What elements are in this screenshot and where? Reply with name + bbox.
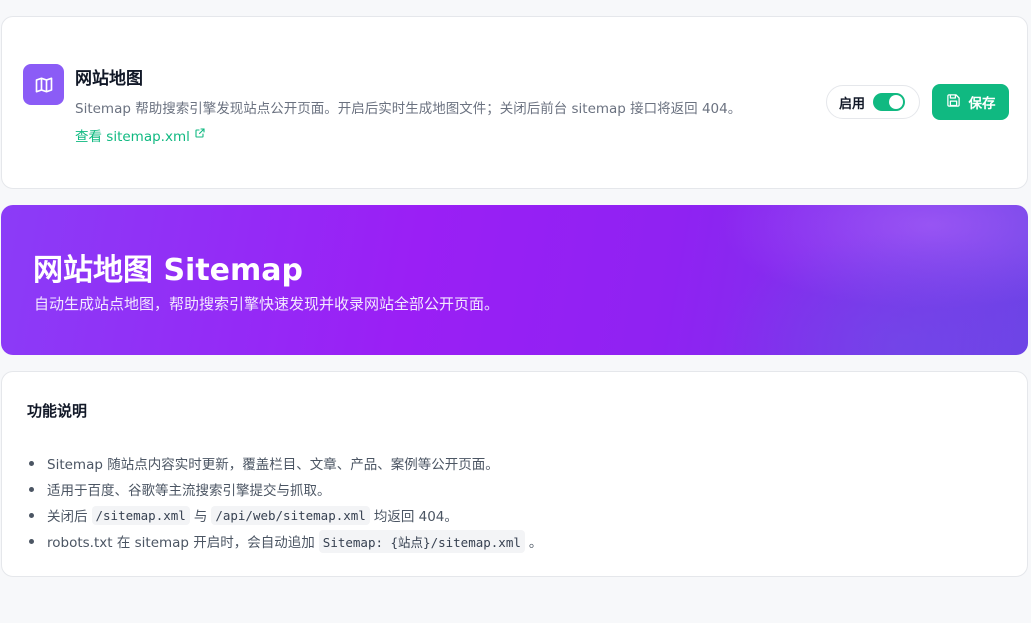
- list-item: Sitemap 随站点内容实时更新，覆盖栏目、文章、产品、案例等公开页面。: [27, 450, 542, 476]
- info-title: 功能说明: [27, 402, 88, 420]
- list-item-text: Sitemap 随站点内容实时更新，覆盖栏目、文章、产品、案例等公开页面。: [47, 457, 499, 473]
- list-item-text: 。: [528, 535, 543, 551]
- page-title: 网站地图: [75, 69, 143, 89]
- list-item-text: 关闭后: [47, 509, 88, 525]
- view-sitemap-link-label: 查看 sitemap.xml: [75, 129, 190, 145]
- list-item: 适用于百度、谷歌等主流搜索引擎提交与抓取。: [27, 476, 542, 502]
- enable-switch[interactable]: [873, 93, 906, 111]
- enable-toggle[interactable]: 启用: [826, 85, 920, 119]
- list-item-text: robots.txt 在 sitemap 开启时，会自动追加: [47, 535, 315, 551]
- code-robots-line: Sitemap: {站点}/sitemap.xml: [318, 529, 525, 553]
- enable-toggle-label: 启用: [839, 96, 866, 112]
- map-icon: [23, 64, 64, 105]
- save-button[interactable]: 保存: [932, 84, 1009, 120]
- list-item-text: 与: [193, 509, 208, 525]
- save-button-label: 保存: [968, 96, 996, 112]
- save-icon: [946, 93, 961, 112]
- banner-subtitle: 自动生成站点地图，帮助搜索引擎快速发现并收录网站全部公开页面。: [34, 295, 500, 313]
- list-item: robots.txt 在 sitemap 开启时，会自动追加 Sitemap: …: [27, 528, 542, 554]
- switch-knob: [889, 95, 904, 109]
- hero-banner: 网站地图 Sitemap 自动生成站点地图，帮助搜索引擎快速发现并收录网站全部公…: [1, 205, 1028, 355]
- external-link-icon: [194, 127, 206, 143]
- view-sitemap-link[interactable]: 查看 sitemap.xml: [75, 125, 206, 145]
- banner-title: 网站地图 Sitemap: [33, 253, 303, 288]
- list-item-text: 均返回 404。: [373, 509, 458, 525]
- code-sitemap-path: /sitemap.xml: [91, 505, 190, 525]
- feature-info-card: 功能说明 Sitemap 随站点内容实时更新，覆盖栏目、文章、产品、案例等公开页…: [1, 371, 1028, 577]
- sitemap-settings-card: 网站地图 Sitemap 帮助搜索引擎发现站点公开页面。开启后实时生成地图文件；…: [1, 16, 1028, 189]
- feature-list: Sitemap 随站点内容实时更新，覆盖栏目、文章、产品、案例等公开页面。 适用…: [27, 450, 542, 554]
- page-description: Sitemap 帮助搜索引擎发现站点公开页面。开启后实时生成地图文件；关闭后前台…: [75, 101, 742, 117]
- list-item: 关闭后 /sitemap.xml 与 /api/web/sitemap.xml …: [27, 502, 542, 528]
- list-item-text: 适用于百度、谷歌等主流搜索引擎提交与抓取。: [47, 483, 331, 499]
- code-api-path: /api/web/sitemap.xml: [211, 505, 370, 525]
